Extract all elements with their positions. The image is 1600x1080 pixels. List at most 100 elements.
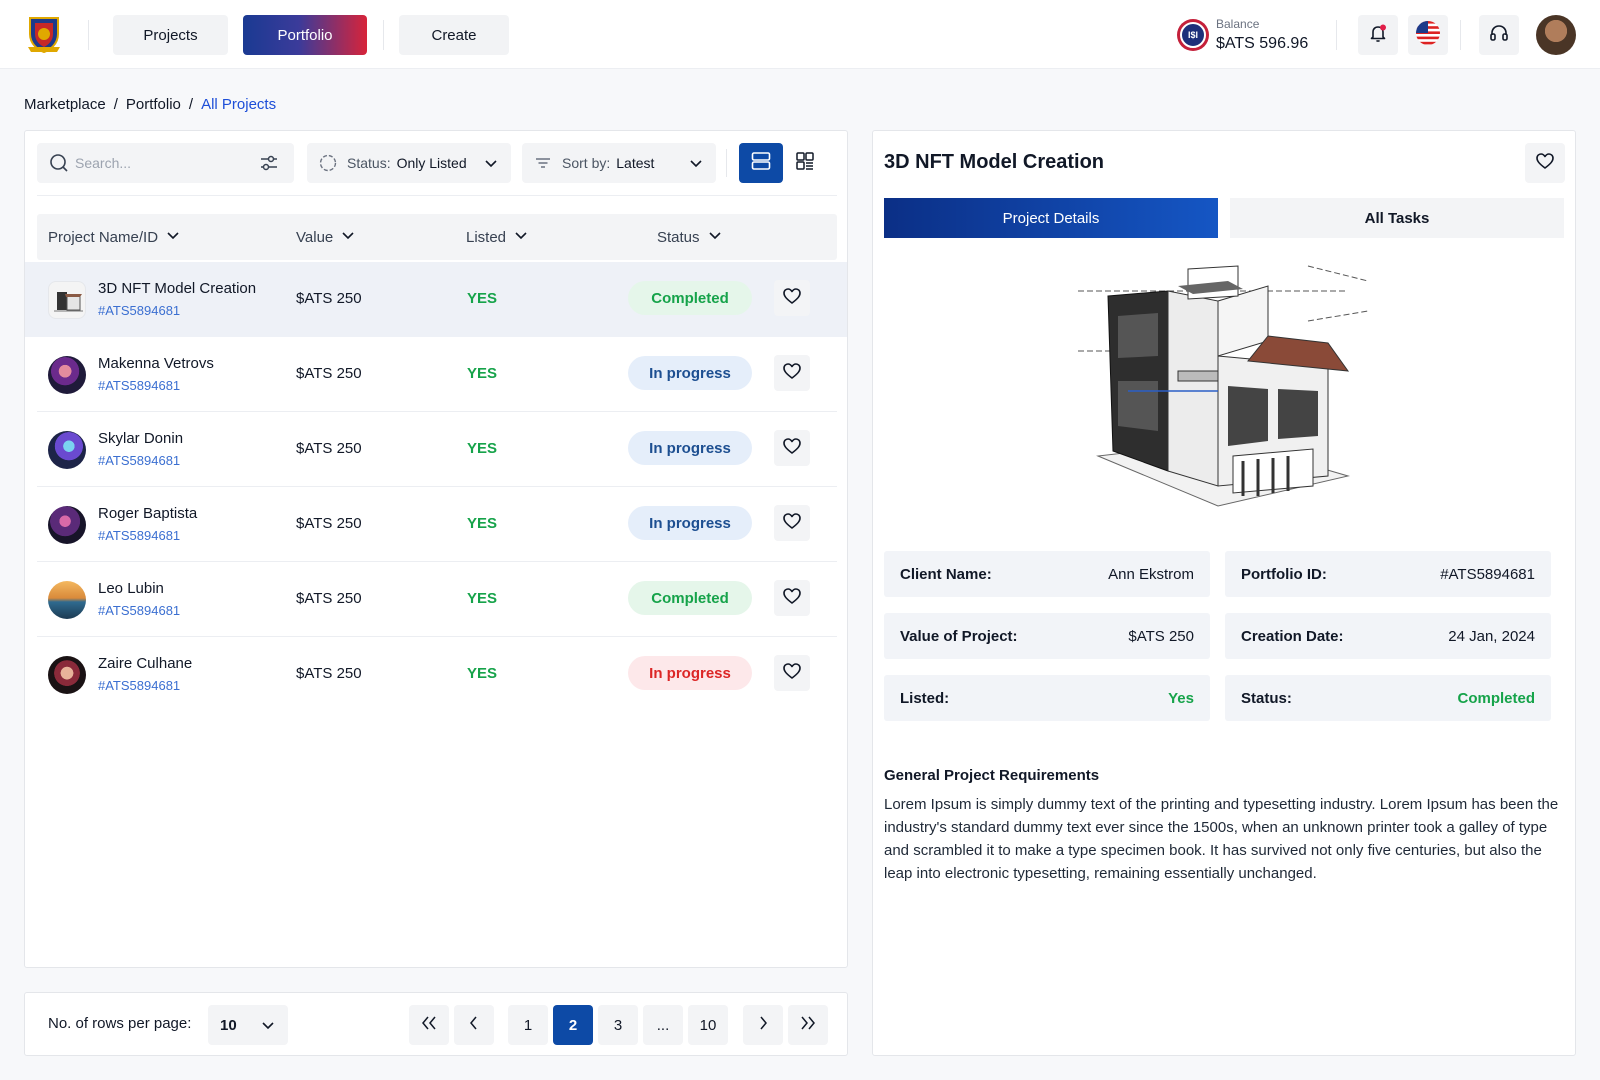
status-badge: Completed bbox=[628, 281, 752, 315]
pagination-bar: No. of rows per page: 10 1 2 3 ... 10 bbox=[24, 992, 848, 1056]
field-value: Yes bbox=[1168, 690, 1194, 707]
requirements-text: Lorem Ipsum is simply dummy text of the … bbox=[884, 796, 1559, 882]
search-input[interactable] bbox=[75, 153, 245, 173]
favorite-button[interactable] bbox=[774, 655, 810, 691]
chevron-down-icon bbox=[514, 228, 528, 246]
bell-icon bbox=[1368, 23, 1388, 47]
grid-view-button[interactable] bbox=[783, 143, 827, 183]
creation-date-field: Creation Date: 24 Jan, 2024 bbox=[1225, 613, 1551, 659]
page-button[interactable]: 3 bbox=[598, 1005, 638, 1045]
heart-icon bbox=[1535, 151, 1555, 175]
table-row[interactable]: Roger Baptista #ATS5894681 $ATS 250 YES … bbox=[25, 487, 847, 562]
heart-icon bbox=[782, 361, 802, 385]
divider bbox=[726, 149, 727, 177]
page-button[interactable]: 10 bbox=[688, 1005, 728, 1045]
page-button[interactable]: 1 bbox=[508, 1005, 548, 1045]
chevron-down-icon bbox=[688, 155, 704, 174]
first-page-button[interactable] bbox=[409, 1005, 449, 1045]
table-row[interactable]: 3D NFT Model Creation #ATS5894681 $ATS 2… bbox=[25, 262, 847, 337]
favorite-button[interactable] bbox=[774, 580, 810, 616]
app-logo[interactable] bbox=[24, 14, 64, 54]
table-row[interactable]: Makenna Vetrovs #ATS5894681 $ATS 250 YES… bbox=[25, 337, 847, 412]
chevron-down-icon bbox=[708, 228, 722, 246]
user-avatar bbox=[48, 431, 86, 469]
status-filter-dropdown[interactable]: Status: Only Listed bbox=[307, 143, 511, 183]
nav-projects-button[interactable]: Projects bbox=[113, 15, 228, 55]
column-header-project[interactable]: Project Name/ID bbox=[48, 228, 180, 246]
listed-value: YES bbox=[467, 365, 498, 382]
nav-portfolio-button[interactable]: Portfolio bbox=[243, 15, 367, 55]
prev-page-button[interactable] bbox=[454, 1005, 494, 1045]
breadcrumb-current[interactable]: All Projects bbox=[201, 96, 276, 113]
table-row[interactable]: Skylar Donin #ATS5894681 $ATS 250 YES In… bbox=[25, 412, 847, 487]
us-flag-icon bbox=[1416, 21, 1440, 49]
field-label: Status: bbox=[1241, 690, 1292, 707]
project-preview-image bbox=[1068, 261, 1369, 521]
column-label: Listed bbox=[466, 228, 507, 246]
column-header-listed[interactable]: Listed bbox=[466, 228, 528, 246]
column-label: Status bbox=[657, 228, 700, 246]
breadcrumb-portfolio[interactable]: Portfolio bbox=[126, 96, 181, 113]
divider bbox=[1460, 20, 1461, 50]
field-label: Listed: bbox=[900, 690, 950, 707]
rows-per-page-select[interactable]: 10 bbox=[208, 1005, 288, 1045]
favorite-button[interactable] bbox=[774, 280, 810, 316]
project-id: #ATS5894681 bbox=[98, 678, 181, 693]
favorite-button[interactable] bbox=[774, 505, 810, 541]
last-page-button[interactable] bbox=[788, 1005, 828, 1045]
balance-coin-icon: I$I bbox=[1177, 19, 1209, 51]
project-value: $ATS 250 bbox=[296, 515, 362, 532]
project-name: 3D NFT Model Creation bbox=[98, 280, 257, 297]
column-header-status[interactable]: Status bbox=[657, 228, 722, 246]
nav-create-button[interactable]: Create bbox=[399, 15, 509, 55]
sort-lines-icon bbox=[534, 154, 552, 172]
project-name: Leo Lubin bbox=[98, 580, 164, 597]
user-avatar bbox=[48, 656, 86, 694]
project-value: $ATS 250 bbox=[296, 365, 362, 382]
project-id: #ATS5894681 bbox=[98, 528, 181, 543]
top-navigation-bar: Projects Portfolio Create I$I Balance $A… bbox=[0, 0, 1600, 69]
table-row[interactable]: Leo Lubin #ATS5894681 $ATS 250 YES Compl… bbox=[25, 562, 847, 637]
heart-icon bbox=[782, 436, 802, 460]
coin-text: I$I bbox=[1180, 22, 1206, 48]
user-avatar[interactable] bbox=[1536, 15, 1576, 55]
page-button-current[interactable]: 2 bbox=[553, 1005, 593, 1045]
favorite-button[interactable] bbox=[774, 355, 810, 391]
projects-list-panel: Status: Only Listed Sort by: Latest Proj… bbox=[24, 130, 848, 968]
breadcrumb-marketplace[interactable]: Marketplace bbox=[24, 96, 106, 113]
list-view-button[interactable] bbox=[739, 143, 783, 183]
support-button[interactable] bbox=[1479, 15, 1519, 55]
next-page-button[interactable] bbox=[743, 1005, 783, 1045]
project-thumbnail bbox=[48, 281, 86, 319]
heart-icon bbox=[782, 286, 802, 310]
tab-project-details[interactable]: Project Details bbox=[884, 198, 1218, 238]
search-box[interactable] bbox=[37, 143, 294, 183]
status-badge: Completed bbox=[628, 581, 752, 615]
breadcrumb-separator: / bbox=[113, 96, 118, 113]
sort-dropdown[interactable]: Sort by: Latest bbox=[522, 143, 716, 183]
field-label: Client Name: bbox=[900, 566, 992, 583]
field-label: Value of Project: bbox=[900, 628, 1018, 645]
project-value: $ATS 250 bbox=[296, 440, 362, 457]
filter-sliders-icon[interactable] bbox=[259, 153, 279, 177]
notifications-button[interactable] bbox=[1358, 15, 1398, 55]
tab-all-tasks[interactable]: All Tasks bbox=[1230, 198, 1564, 238]
heart-icon bbox=[782, 661, 802, 685]
project-id: #ATS5894681 bbox=[98, 303, 181, 318]
chevron-down-icon bbox=[341, 228, 355, 246]
client-name-field: Client Name: Ann Ekstrom bbox=[884, 551, 1210, 597]
user-avatar bbox=[48, 356, 86, 394]
status-badge: In progress bbox=[628, 356, 752, 390]
status-badge: In progress bbox=[628, 506, 752, 540]
table-row[interactable]: Zaire Culhane #ATS5894681 $ATS 250 YES I… bbox=[25, 637, 847, 712]
rows-per-page-value: 10 bbox=[220, 1016, 237, 1034]
status-field: Status: Completed bbox=[1225, 675, 1551, 721]
favorite-button[interactable] bbox=[1525, 143, 1565, 183]
project-value: $ATS 250 bbox=[296, 290, 362, 307]
language-button[interactable] bbox=[1408, 15, 1448, 55]
sort-value: Latest bbox=[616, 155, 655, 171]
search-icon bbox=[49, 153, 69, 177]
divider bbox=[88, 20, 89, 50]
column-header-value[interactable]: Value bbox=[296, 228, 355, 246]
favorite-button[interactable] bbox=[774, 430, 810, 466]
